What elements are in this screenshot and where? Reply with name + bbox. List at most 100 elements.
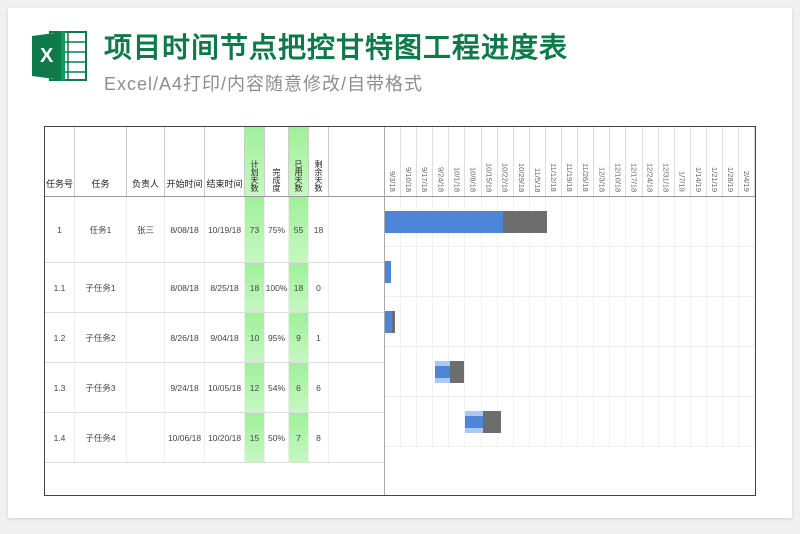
cell: 8 xyxy=(309,413,329,462)
col-end: 结束时间 xyxy=(205,127,245,196)
date-column: 10/29/18 xyxy=(514,127,530,196)
cell: 10/20/18 xyxy=(205,413,245,462)
cell: 54% xyxy=(265,363,289,412)
cell: 6 xyxy=(309,363,329,412)
excel-icon: X xyxy=(30,28,90,89)
cell xyxy=(127,263,165,312)
table-row: 1.1子任务18/08/188/25/1818100%180 xyxy=(45,263,384,313)
cell: 8/26/18 xyxy=(165,313,205,362)
gantt-bar-done xyxy=(385,261,391,283)
gantt-bar-remain xyxy=(450,361,464,383)
gantt-bar-done xyxy=(465,416,483,428)
template-card: X 项目时间节点把控甘特图工程进度表 Excel/A4打印/内容随意修改/自带格… xyxy=(8,8,792,518)
cell: 12 xyxy=(245,363,265,412)
cell: 18 xyxy=(245,263,265,312)
date-column: 1/7/19 xyxy=(675,127,691,196)
col-pct: 完成度 xyxy=(265,127,289,196)
cell: 9/24/18 xyxy=(165,363,205,412)
col-owner: 负责人 xyxy=(127,127,165,196)
gantt-bar-remain xyxy=(392,311,395,333)
cell: 73 xyxy=(245,197,265,262)
gantt-row xyxy=(385,347,755,397)
date-column: 11/26/18 xyxy=(578,127,594,196)
date-column: 11/5/18 xyxy=(530,127,546,196)
date-column: 11/19/18 xyxy=(562,127,578,196)
table-row: 1.2子任务28/26/189/04/181095%91 xyxy=(45,313,384,363)
cell: 1 xyxy=(45,197,75,262)
gantt-body xyxy=(385,197,755,447)
date-column: 12/17/18 xyxy=(626,127,642,196)
date-column: 10/15/18 xyxy=(482,127,498,196)
date-column: 2/4/19 xyxy=(739,127,755,196)
gantt-row xyxy=(385,247,755,297)
cell: 任务1 xyxy=(75,197,127,262)
cell xyxy=(127,363,165,412)
gantt-row xyxy=(385,297,755,347)
cell: 7 xyxy=(289,413,309,462)
date-column: 12/3/18 xyxy=(594,127,610,196)
table-row: 1.4子任务4 10/06/1810/20/181550%78 xyxy=(45,413,384,463)
gantt-bar-done xyxy=(385,311,392,333)
col-used-days: 已用天数 xyxy=(289,127,309,196)
cell: 9/04/18 xyxy=(205,313,245,362)
cell: 1 xyxy=(309,313,329,362)
cell: 100% xyxy=(265,263,289,312)
cell: 18 xyxy=(309,197,329,262)
cell: 9 xyxy=(289,313,309,362)
cell: 8/25/18 xyxy=(205,263,245,312)
date-column: 9/10/18 xyxy=(401,127,417,196)
cell: 8/08/18 xyxy=(165,263,205,312)
cell: 子任务3 xyxy=(75,363,127,412)
date-column: 10/22/18 xyxy=(498,127,514,196)
cell: 子任务4 xyxy=(75,413,127,462)
cell: 18 xyxy=(289,263,309,312)
table-left-pane: 任务号 任务 负责人 开始时间 结束时间 计划天数 完成度 已用天数 剩余天数 … xyxy=(45,127,385,495)
cell: 1.4 xyxy=(45,413,75,462)
gantt-bar-done xyxy=(385,211,503,233)
cell: 0 xyxy=(309,263,329,312)
cell: 1.1 xyxy=(45,263,75,312)
col-task: 任务 xyxy=(75,127,127,196)
gantt-bar-remain xyxy=(503,211,547,233)
col-start: 开始时间 xyxy=(165,127,205,196)
gantt-pane: 9/3/189/10/189/17/189/24/1810/1/1810/8/1… xyxy=(385,127,755,495)
cell: 50% xyxy=(265,413,289,462)
date-column: 11/12/18 xyxy=(546,127,562,196)
cell: 子任务2 xyxy=(75,313,127,362)
date-column: 12/24/18 xyxy=(643,127,659,196)
gantt-bar-done xyxy=(435,366,450,378)
svg-text:X: X xyxy=(40,45,54,67)
header: X 项目时间节点把控甘特图工程进度表 Excel/A4打印/内容随意修改/自带格… xyxy=(8,8,792,106)
table-row: 1任务1张三8/08/1810/19/187375%5518 xyxy=(45,197,384,263)
cell: 10/19/18 xyxy=(205,197,245,262)
sub-title: Excel/A4打印/内容随意修改/自带格式 xyxy=(104,70,770,96)
cell: 15 xyxy=(245,413,265,462)
date-column: 12/10/18 xyxy=(610,127,626,196)
date-column: 10/1/18 xyxy=(449,127,465,196)
cell: 10/06/18 xyxy=(165,413,205,462)
date-column: 10/8/18 xyxy=(465,127,481,196)
date-column: 1/21/19 xyxy=(707,127,723,196)
cell: 1.2 xyxy=(45,313,75,362)
col-task-no: 任务号 xyxy=(45,127,75,196)
cell: 10 xyxy=(245,313,265,362)
cell: 1.3 xyxy=(45,363,75,412)
gantt-row xyxy=(385,397,755,447)
col-remain-days: 剩余天数 xyxy=(309,127,329,196)
date-column: 9/24/18 xyxy=(433,127,449,196)
cell: 75% xyxy=(265,197,289,262)
header-row: 任务号 任务 负责人 开始时间 结束时间 计划天数 完成度 已用天数 剩余天数 xyxy=(45,127,384,197)
date-column: 1/28/19 xyxy=(723,127,739,196)
cell: 10/05/18 xyxy=(205,363,245,412)
date-column: 1/14/19 xyxy=(691,127,707,196)
main-title: 项目时间节点把控甘特图工程进度表 xyxy=(104,26,770,66)
table-row: 1.3子任务39/24/1810/05/181254%66 xyxy=(45,363,384,413)
cell xyxy=(127,413,165,462)
cell xyxy=(127,313,165,362)
cell: 55 xyxy=(289,197,309,262)
cell: 8/08/18 xyxy=(165,197,205,262)
cell: 张三 xyxy=(127,197,165,262)
gantt-row xyxy=(385,197,755,247)
cell: 6 xyxy=(289,363,309,412)
gantt-bar-remain xyxy=(483,411,501,433)
